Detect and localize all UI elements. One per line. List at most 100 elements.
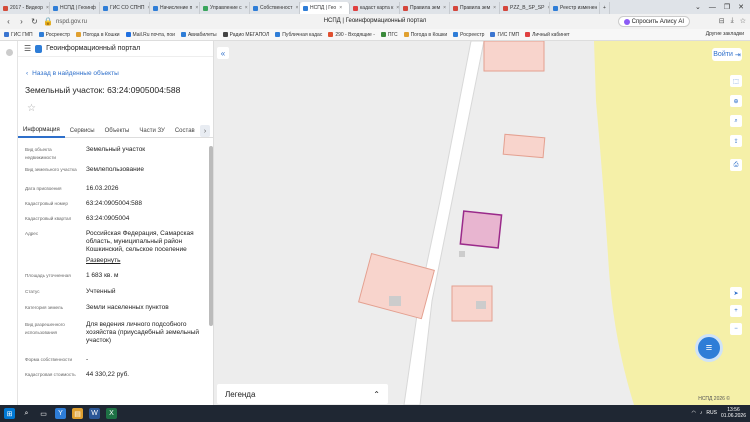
browser-tab[interactable]: Правила зем ×	[450, 2, 500, 14]
tab-close-icon[interactable]: ×	[46, 5, 49, 11]
reload-icon[interactable]: ↻	[30, 17, 39, 26]
address-bar: ‹ › ↻ 🔒 nspd.gov.ru НСПД | Геоинформацио…	[0, 14, 750, 29]
language-indicator[interactable]: RUS	[706, 410, 717, 416]
zoom-in-icon[interactable]: +	[730, 305, 742, 317]
bookmark-item[interactable]: 290 - Входящие -	[328, 32, 375, 38]
tab-4[interactable]: Состав	[170, 124, 200, 138]
bookmark-label: Росреестр	[45, 31, 70, 38]
bookmark-item[interactable]: Росреестр	[38, 31, 70, 38]
browser-tab[interactable]: Собственност ×	[250, 2, 300, 14]
other-bookmarks[interactable]: Другие закладки	[706, 31, 744, 37]
tab-1[interactable]: Сервисы	[65, 124, 100, 138]
menu-icon[interactable]: ☰	[24, 44, 31, 53]
network-icon[interactable]: ◠	[692, 410, 696, 416]
selected-parcel[interactable]	[459, 210, 503, 249]
bookmark-icon[interactable]: ☆	[740, 17, 746, 25]
bookmark-item[interactable]: Погода в Кошки	[403, 32, 447, 38]
browser-toolbar-icons: ⊟ ⤓ ☆	[719, 17, 746, 25]
print-icon[interactable]: ⎙	[730, 159, 742, 171]
collapse-panel-icon[interactable]: «	[217, 47, 229, 59]
share-icon[interactable]: ⇪	[730, 135, 742, 147]
tab-close-icon[interactable]: ×	[493, 5, 496, 11]
volume-icon[interactable]: ♪	[700, 410, 703, 416]
attribute-value: 1 683 кв. м	[86, 272, 119, 279]
layers-icon[interactable]: ⬚	[730, 75, 742, 87]
browser-tab[interactable]: ГИС СО СПНП×	[100, 2, 150, 14]
tab-close-icon[interactable]: ×	[396, 5, 399, 11]
url-field[interactable]: nspd.gov.ru	[56, 19, 126, 25]
browser-tab[interactable]: НСПД | Геоинф×	[50, 2, 100, 14]
yandex-browser-icon[interactable]: Y	[55, 408, 66, 419]
tab-label: 2017 - Видеор	[10, 5, 43, 11]
locate-icon[interactable]: ➤	[730, 287, 742, 299]
excel-icon[interactable]: X	[106, 408, 117, 419]
browser-tab[interactable]: НСПД | Гео ×	[300, 2, 350, 14]
tab-favicon-icon	[453, 5, 458, 11]
tab-favicon-icon	[303, 5, 308, 11]
bookmark-item[interactable]: ГИС ГМП	[490, 32, 519, 38]
bookmark-label: 290 - Входящие -	[335, 31, 375, 38]
browser-tab[interactable]: Начисление п ×	[150, 2, 200, 14]
start-icon[interactable]: ⊞	[4, 408, 15, 419]
bookmark-item[interactable]: ПГС	[380, 32, 398, 38]
back-arrow-icon[interactable]: ‹	[4, 17, 13, 26]
extension-icon[interactable]: ⊟	[719, 17, 725, 25]
bookmark-item[interactable]: Авиабилеты	[180, 32, 217, 38]
bookmark-item[interactable]: Радио МЕГАПОЛ	[222, 32, 269, 38]
chat-assistant-icon[interactable]: ≡	[695, 334, 723, 362]
bookmark-item[interactable]: Публичная кадас	[275, 32, 322, 38]
minimize-icon[interactable]: —	[709, 4, 716, 11]
maximize-icon[interactable]: ❐	[724, 3, 730, 11]
bookmark-item[interactable]: Погода в Кошки	[75, 32, 120, 38]
tab-3[interactable]: Части ЗУ	[134, 124, 169, 138]
login-label: Войти	[713, 51, 733, 58]
structure	[476, 301, 486, 309]
browser-tab[interactable]: Реестр изменен×	[550, 2, 600, 14]
bookmark-favicon-icon	[525, 32, 531, 37]
browser-tab[interactable]: Правила зем ×	[400, 2, 450, 14]
tab-favicon-icon	[353, 5, 358, 11]
download-icon[interactable]: ⤓	[731, 17, 734, 25]
tab-label: ГИС СО СПНП	[110, 5, 145, 11]
alice-button[interactable]: Спросить Алису AI	[617, 16, 690, 27]
tab-2[interactable]: Объекты	[100, 124, 135, 138]
bookmark-item[interactable]: Росреестр	[453, 32, 484, 38]
browser-tab[interactable]: 2017 - Видеор ×	[0, 2, 50, 14]
word-icon[interactable]: W	[89, 408, 100, 419]
bookmark-item[interactable]: Mail.Ru почта, пои	[125, 32, 175, 38]
tab-close-icon[interactable]: ×	[295, 5, 298, 11]
search-map-icon[interactable]: ⌕	[730, 115, 742, 127]
zoom-out-icon[interactable]: −	[730, 323, 742, 335]
tab-close-icon[interactable]: ×	[195, 5, 198, 11]
back-link[interactable]: ‹ Назад в найденные объекты	[26, 70, 119, 77]
chevron-down-icon[interactable]: ⌄	[695, 3, 701, 11]
explorer-icon[interactable]: ▤	[72, 408, 83, 419]
tab-0[interactable]: Информация	[18, 124, 65, 138]
tab-label: Собственност	[260, 5, 293, 11]
expand-address-link[interactable]: Развернуть	[86, 257, 204, 265]
panel-scrollbar[interactable]	[209, 146, 213, 326]
login-button[interactable]: Войти ⇥	[712, 48, 742, 61]
clock[interactable]: 13:56 01.06.2026	[721, 407, 746, 419]
forward-arrow-icon[interactable]: ›	[17, 17, 26, 26]
browser-tab[interactable]: PZZ_B_SP_SP×	[500, 2, 550, 14]
bookmark-favicon-icon	[180, 32, 186, 37]
legend-bar[interactable]: Легенда ⌃	[217, 384, 388, 404]
search-icon[interactable]: ⌕	[21, 408, 32, 419]
bookmark-item[interactable]: ГИС ГМП	[4, 32, 33, 38]
tab-close-icon[interactable]: ×	[339, 5, 342, 11]
tabs-next-arrow-icon[interactable]: ›	[200, 125, 210, 137]
new-tab-icon[interactable]: +	[600, 2, 610, 14]
map-view[interactable]: « Войти ⇥ ⬚ ⊕ ⌕ ⇪ ⎙ ➤ + − ≡ Легенда ⌃ НС…	[214, 41, 750, 405]
measure-icon[interactable]: ⊕	[730, 95, 742, 107]
rail-home-icon[interactable]	[6, 49, 13, 56]
favorite-star-icon[interactable]: ☆	[27, 103, 36, 114]
bookmark-item[interactable]: Личный кабинет	[525, 32, 570, 38]
task-view-icon[interactable]: ▭	[38, 408, 49, 419]
tab-close-icon[interactable]: ×	[443, 5, 446, 11]
browser-tab[interactable]: Управление с ×	[200, 2, 250, 14]
browser-tab[interactable]: кадаст карта к ×	[350, 2, 400, 14]
bookmark-favicon-icon	[403, 32, 409, 37]
tab-close-icon[interactable]: ×	[245, 5, 248, 11]
close-icon[interactable]: ✕	[738, 3, 744, 11]
